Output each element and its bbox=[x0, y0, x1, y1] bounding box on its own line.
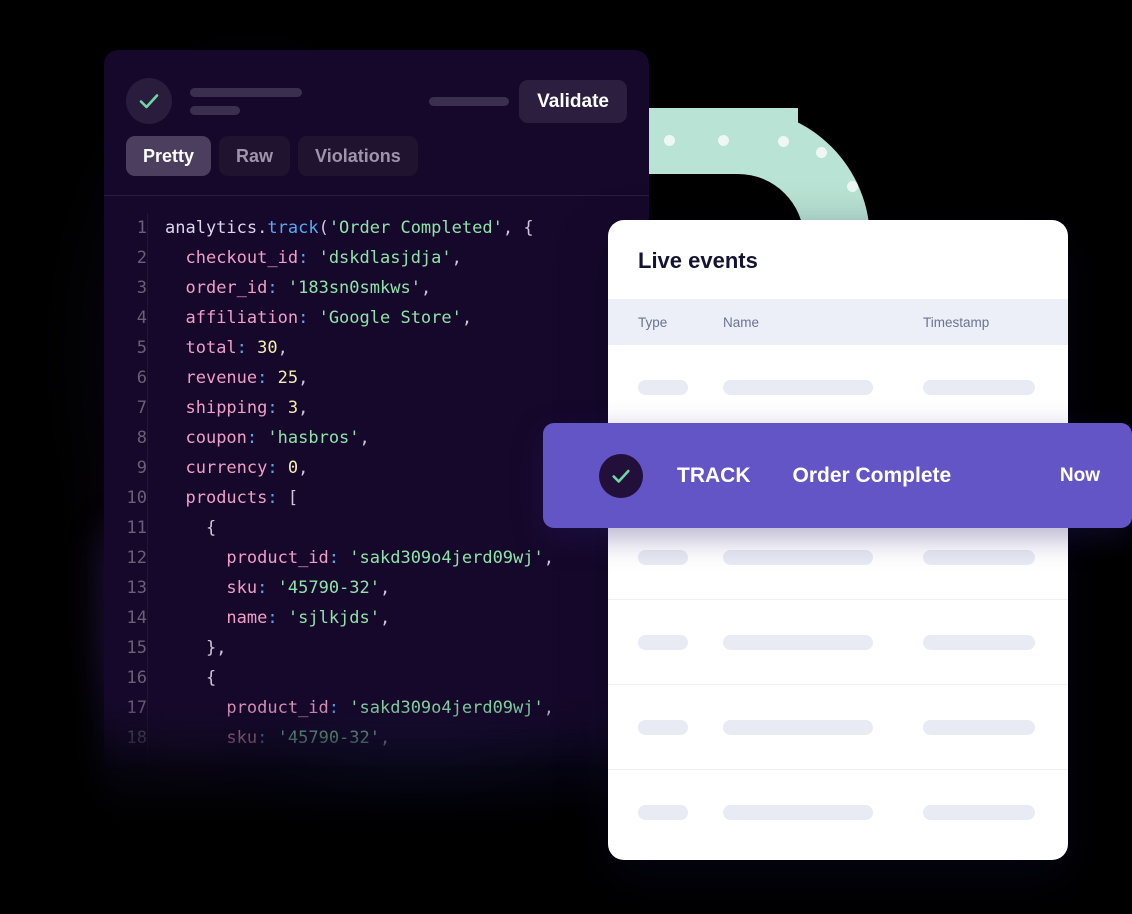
skeleton-bar bbox=[723, 805, 873, 820]
line-number: 12 bbox=[126, 548, 147, 568]
live-events-table-header: Type Name Timestamp bbox=[608, 299, 1068, 345]
line-number: 8 bbox=[136, 428, 147, 448]
code-panel-header-row: Validate bbox=[104, 50, 649, 130]
line-number: 7 bbox=[136, 398, 147, 418]
live-events-card: Live events Type Name Timestamp bbox=[608, 220, 1068, 860]
row-cell-timestamp bbox=[923, 549, 1038, 565]
code-panel-header: Validate Pretty Raw Violations bbox=[104, 50, 649, 196]
live-events-row[interactable] bbox=[608, 770, 1068, 855]
line-number: 16 bbox=[126, 668, 147, 688]
row-cell-timestamp bbox=[923, 379, 1038, 395]
tab-pretty[interactable]: Pretty bbox=[126, 136, 212, 176]
line-number: 6 bbox=[136, 368, 147, 388]
skeleton-bar bbox=[723, 634, 873, 650]
line-number: 4 bbox=[136, 308, 147, 328]
row-cell-name bbox=[723, 805, 923, 820]
code-line: order_id: '183sn0smkws', bbox=[185, 278, 432, 298]
row-cell-timestamp bbox=[923, 719, 1038, 735]
pipe-dot bbox=[778, 136, 789, 147]
line-number: 10 bbox=[126, 488, 147, 508]
column-header-name: Name bbox=[723, 314, 760, 330]
column-header-timestamp: Timestamp bbox=[923, 314, 990, 330]
skeleton-bar bbox=[638, 634, 688, 650]
track-event-time: Now bbox=[1059, 464, 1100, 486]
row-cell-type bbox=[638, 549, 723, 565]
skeleton-bar bbox=[923, 719, 1035, 735]
view-mode-tabs: Pretty Raw Violations bbox=[104, 136, 649, 176]
line-number: 14 bbox=[126, 608, 147, 628]
line-number: 5 bbox=[136, 338, 147, 358]
row-cell-timestamp bbox=[923, 805, 1038, 820]
code-line: product_id: 'sakd309o4jerd09wj', bbox=[226, 548, 554, 568]
track-event-type: TRACK bbox=[677, 463, 751, 487]
code-line: sku: '45790-32', bbox=[226, 728, 391, 748]
skeleton-bar bbox=[923, 805, 1035, 820]
skeleton-bar bbox=[723, 379, 873, 395]
skeleton-bar bbox=[638, 379, 688, 395]
event-payload-panel: Validate Pretty Raw Violations 123456789… bbox=[104, 50, 649, 770]
row-cell-name bbox=[723, 719, 923, 735]
pipe-dot bbox=[718, 135, 729, 146]
live-events-row[interactable] bbox=[608, 685, 1068, 770]
line-number: 9 bbox=[136, 458, 147, 478]
code-line: product_id: 'sakd309o4jerd09wj', bbox=[226, 698, 554, 718]
header-placeholder-line bbox=[190, 105, 240, 115]
screenshot-canvas: Validate Pretty Raw Violations 123456789… bbox=[0, 0, 1132, 914]
row-cell-type bbox=[638, 634, 723, 650]
code-line: affiliation: 'Google Store', bbox=[185, 308, 473, 328]
line-number: 3 bbox=[136, 278, 147, 298]
code-line: }, bbox=[205, 638, 227, 658]
line-number: 15 bbox=[126, 638, 147, 658]
track-event-name: Order Complete bbox=[792, 463, 952, 487]
skeleton-bar bbox=[638, 805, 688, 820]
pipe-dot bbox=[816, 147, 827, 158]
skeleton-bar bbox=[923, 379, 1035, 395]
row-cell-type bbox=[638, 805, 723, 820]
line-number: 2 bbox=[136, 248, 147, 268]
pipe-dot bbox=[847, 181, 858, 192]
live-events-rows bbox=[608, 345, 1068, 855]
code-line: sku: '45790-32', bbox=[226, 578, 391, 598]
row-cell-name bbox=[723, 379, 923, 395]
skeleton-bar bbox=[638, 719, 688, 735]
code-line: name: 'sjlkjds', bbox=[226, 608, 391, 628]
live-events-title: Live events bbox=[638, 248, 758, 273]
tab-raw[interactable]: Raw bbox=[219, 136, 291, 176]
live-event-highlight-banner[interactable]: TRACK Order Complete Now bbox=[543, 423, 1132, 528]
skeleton-bar bbox=[723, 549, 873, 565]
row-cell-name bbox=[723, 634, 923, 650]
row-cell-timestamp bbox=[923, 634, 1038, 650]
line-number: 1 bbox=[136, 218, 147, 238]
live-events-row[interactable] bbox=[608, 600, 1068, 685]
column-header-type: Type bbox=[638, 314, 668, 330]
skeleton-bar bbox=[638, 549, 688, 565]
skeleton-bar bbox=[923, 549, 1035, 565]
skeleton-bar bbox=[723, 719, 873, 735]
code-line: checkout_id: 'dskdlasjdja', bbox=[185, 248, 462, 268]
row-cell-type bbox=[638, 719, 723, 735]
code-line: shipping: 3, bbox=[185, 398, 309, 418]
line-number: 17 bbox=[126, 698, 147, 718]
row-cell-type bbox=[638, 379, 723, 395]
row-cell-name bbox=[723, 549, 923, 565]
status-check-icon bbox=[126, 78, 172, 124]
header-placeholder-line bbox=[190, 87, 302, 97]
tab-violations[interactable]: Violations bbox=[298, 136, 418, 176]
live-events-row[interactable] bbox=[608, 345, 1068, 430]
header-placeholder-group bbox=[190, 87, 302, 115]
code-line: analytics.track('Order Completed', { bbox=[165, 218, 534, 238]
code-line: { bbox=[205, 668, 217, 688]
skeleton-bar bbox=[923, 634, 1035, 650]
code-line: total: 30, bbox=[185, 338, 288, 358]
line-number: 13 bbox=[126, 578, 147, 598]
track-check-icon bbox=[599, 453, 643, 498]
code-line: revenue: 25, bbox=[185, 368, 309, 388]
validate-button[interactable]: Validate bbox=[519, 79, 627, 123]
line-number-gutter: 1 2 3 4 5 6 7 8 9 10 11 12 13 14 15 16 17 18 bbox=[104, 213, 148, 770]
line-number: 11 bbox=[126, 518, 147, 538]
line-number: 18 bbox=[126, 728, 147, 748]
header-placeholder-line bbox=[429, 96, 510, 106]
